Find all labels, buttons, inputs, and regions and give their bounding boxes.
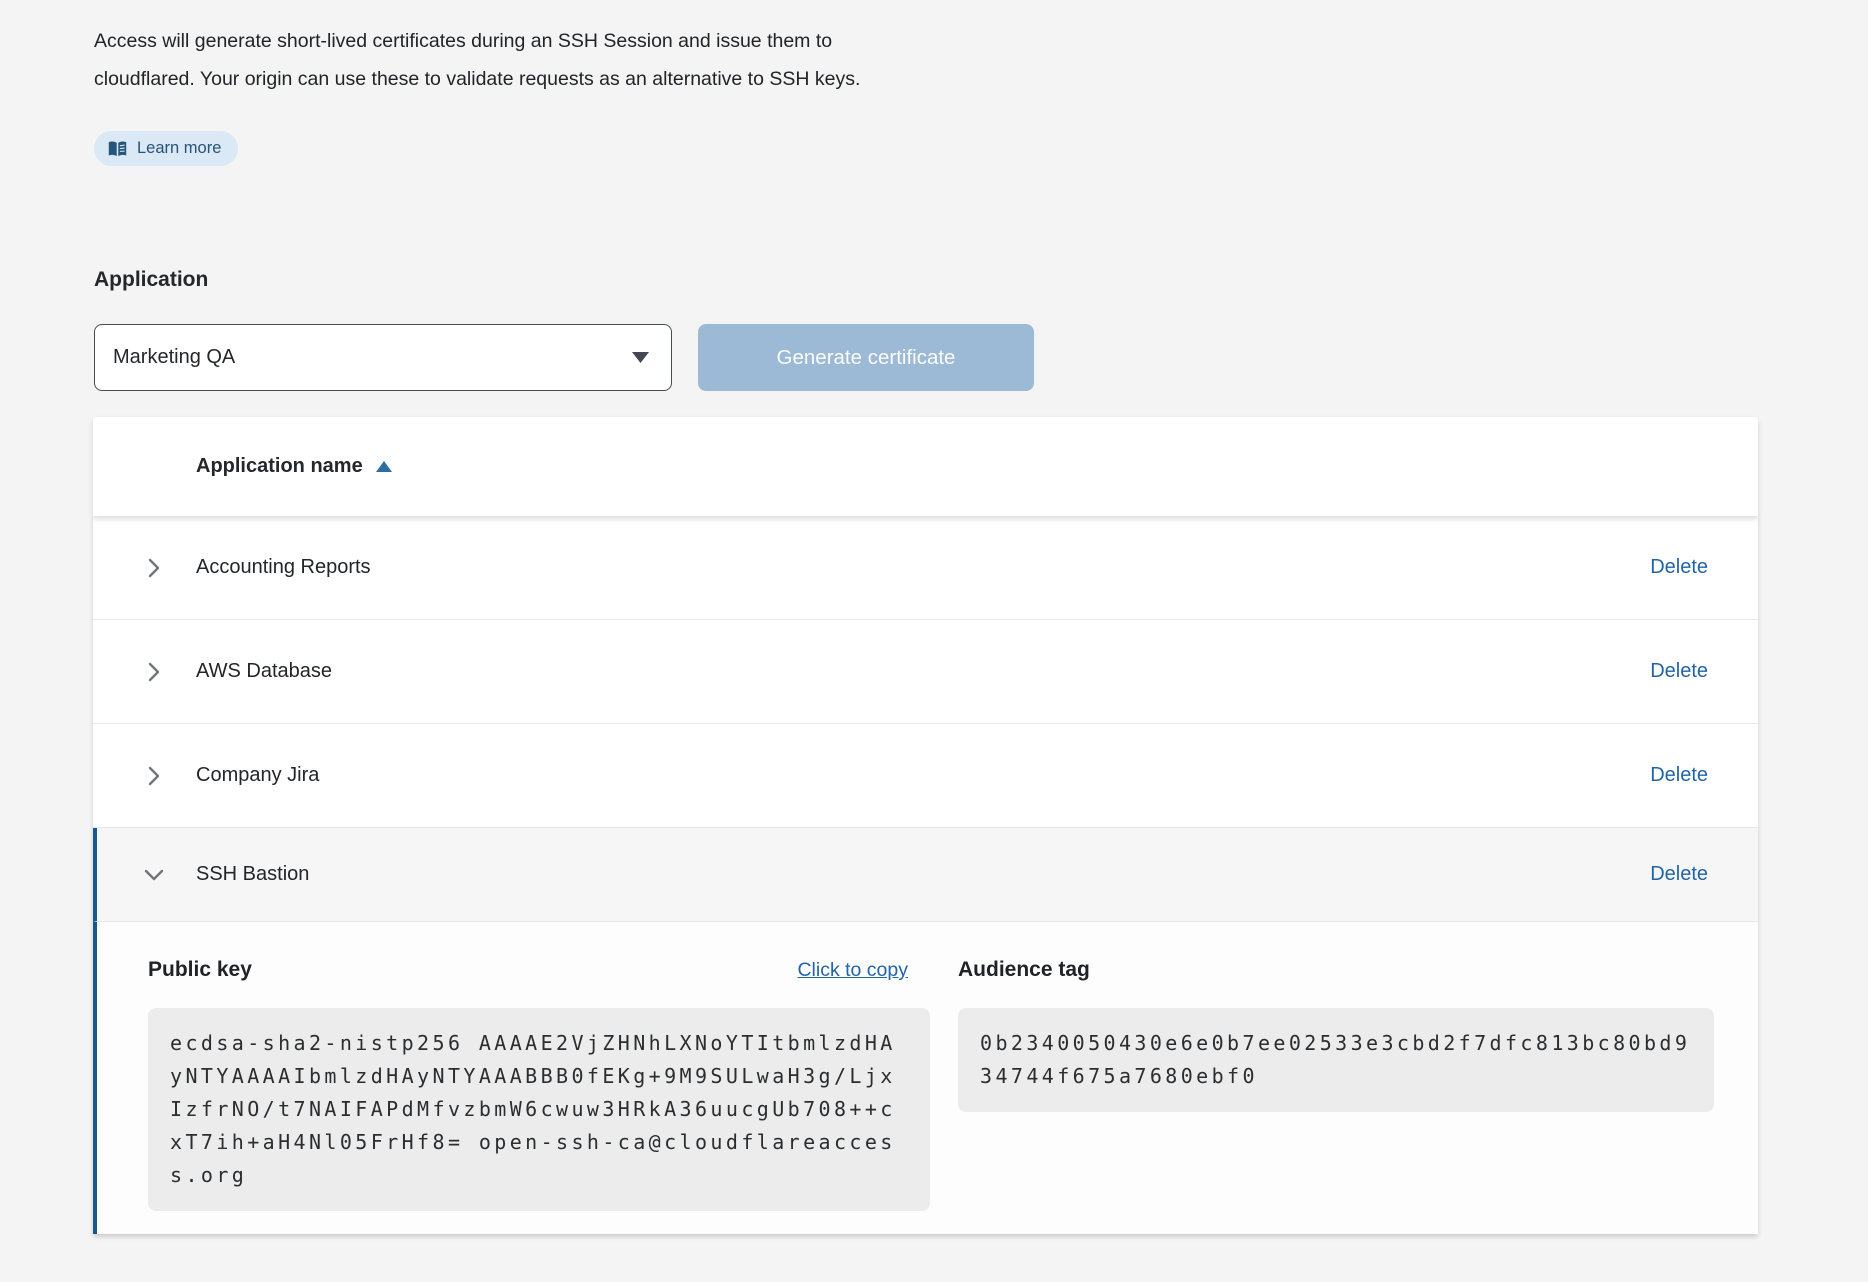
application-name: Company Jira	[196, 764, 319, 787]
table-header-application-name[interactable]: Application name	[93, 417, 1758, 516]
delete-link[interactable]: Delete	[1650, 764, 1708, 787]
audience-tag-label: Audience tag	[958, 958, 1090, 982]
intro-text-line1: Access will generate short-lived certifi…	[94, 22, 860, 60]
application-name: SSH Bastion	[196, 863, 309, 886]
expand-chevron-right-icon[interactable]	[140, 658, 168, 686]
public-key-line: yNTYAAAAIbmlzdHAyNTYAAABBB0fEKg+9M9SULwa…	[170, 1060, 908, 1093]
audience-tag-section: Audience tag 0b2340050430e6e0b7ee02533e3…	[958, 958, 1714, 1112]
intro-text-line2: cloudflared. Your origin can use these t…	[94, 60, 860, 98]
application-label: Application	[94, 268, 208, 292]
delete-link[interactable]: Delete	[1650, 660, 1708, 683]
table-row-ssh-bastion[interactable]: SSH Bastion Delete	[93, 828, 1758, 922]
public-key-value: ecdsa-sha2-nistp256 AAAAE2VjZHNhLXNoYTIt…	[148, 1008, 930, 1211]
public-key-section: Public key Click to copy ecdsa-sha2-nist…	[148, 958, 930, 1211]
application-select-value: Marketing QA	[113, 346, 632, 369]
table-header-label: Application name	[196, 455, 363, 478]
public-key-line: xT7ih+aH4Nl05FrHf8= open-ssh-ca@cloudfla…	[170, 1126, 908, 1159]
application-name: Accounting Reports	[196, 556, 371, 579]
ssh-bastion-detail-panel: Public key Click to copy ecdsa-sha2-nist…	[93, 922, 1758, 1234]
table-row-company-jira[interactable]: Company Jira Delete	[93, 724, 1758, 828]
public-key-line: s.org	[170, 1159, 908, 1192]
learn-more-label: Learn more	[137, 139, 221, 158]
audience-tag-line: 0b2340050430e6e0b7ee02533e3cbd2f7dfc813b…	[980, 1027, 1692, 1060]
public-key-line: ecdsa-sha2-nistp256 AAAAE2VjZHNhLXNoYTIt…	[170, 1027, 908, 1060]
public-key-line: IzfrNO/t7NAIFAPdMfvzbmW6cwuw3HRkA36uucgU…	[170, 1093, 908, 1126]
delete-link[interactable]: Delete	[1650, 556, 1708, 579]
table-rows: Accounting Reports Delete AWS Database D…	[93, 516, 1758, 1234]
audience-tag-value: 0b2340050430e6e0b7ee02533e3cbd2f7dfc813b…	[958, 1008, 1714, 1112]
application-name: AWS Database	[196, 660, 332, 683]
book-icon	[108, 141, 127, 157]
generate-certificate-button[interactable]: Generate certificate	[698, 324, 1034, 391]
applications-table: Application name Accounting Reports Dele…	[93, 417, 1758, 1234]
caret-down-icon	[632, 346, 649, 369]
public-key-label: Public key	[148, 958, 252, 982]
sort-ascending-icon	[363, 461, 392, 472]
intro-text: Access will generate short-lived certifi…	[94, 22, 860, 98]
collapse-chevron-down-icon[interactable]	[140, 861, 168, 889]
learn-more-button[interactable]: Learn more	[94, 131, 238, 166]
application-select[interactable]: Marketing QA	[94, 324, 672, 391]
expand-chevron-right-icon[interactable]	[140, 762, 168, 790]
expand-chevron-right-icon[interactable]	[140, 554, 168, 582]
click-to-copy-link[interactable]: Click to copy	[797, 959, 908, 982]
delete-link[interactable]: Delete	[1650, 863, 1708, 886]
table-row-aws-database[interactable]: AWS Database Delete	[93, 620, 1758, 724]
table-row-accounting-reports[interactable]: Accounting Reports Delete	[93, 516, 1758, 620]
audience-tag-line: 34744f675a7680ebf0	[980, 1060, 1692, 1093]
